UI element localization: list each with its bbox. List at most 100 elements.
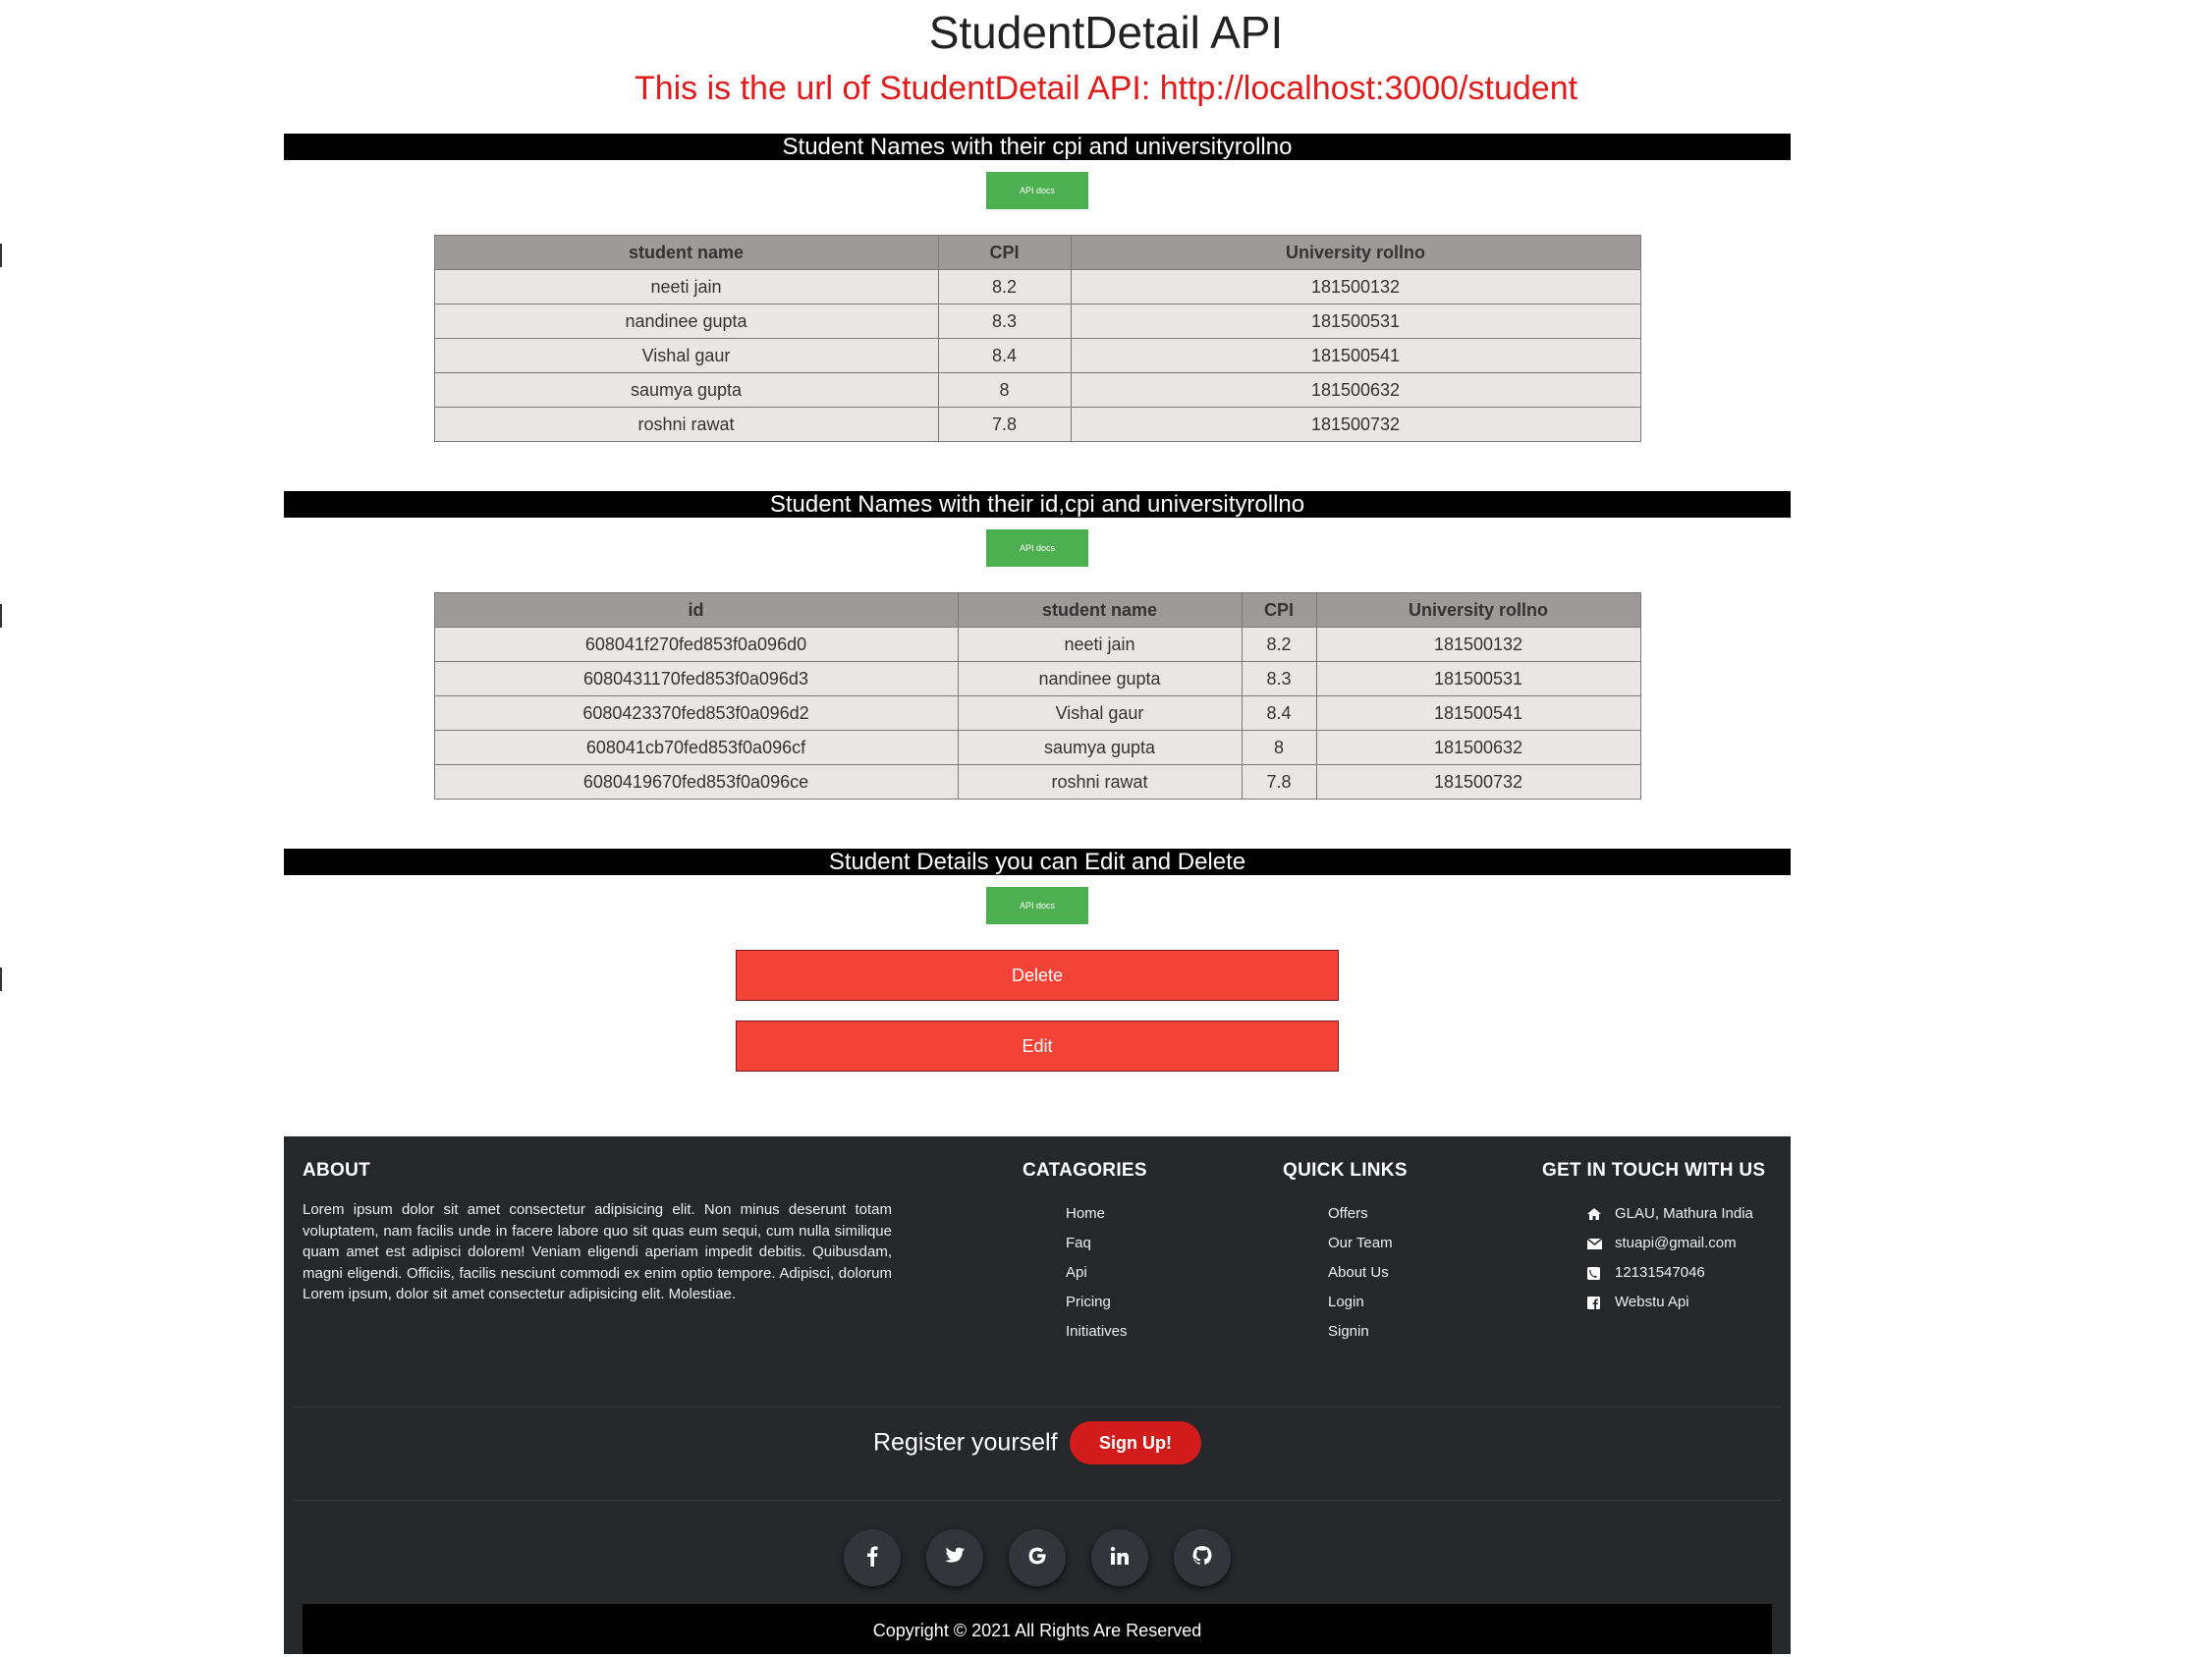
api-url-text: This is the url of StudentDetail API: ht… [634,70,1578,107]
signup-button[interactable]: Sign Up! [1070,1421,1202,1464]
table-row: 6080423370fed853f0a096d2 Vishal gaur 8.4 18… [433,695,1641,731]
cell-cpi: 8.4 [937,338,1072,373]
contact-text: stuapi@gmail.com [1615,1235,1737,1251]
cell-rollno: 181500531 [1070,304,1641,339]
cell-rollno: 181500732 [1070,407,1641,442]
edit-button[interactable]: Edit [736,1021,1339,1072]
facebook-icon [1587,1296,1615,1309]
github-link[interactable] [1174,1529,1231,1586]
about-heading: ABOUT [303,1160,371,1181]
footer-link-signin[interactable]: Signin [1328,1317,1408,1347]
twitter-link[interactable] [926,1529,983,1586]
github-icon [1191,1545,1213,1572]
table-row: nandinee gupta 8.3 181500531 [433,304,1641,339]
cell-id: 608041f270fed853f0a096d0 [433,627,959,662]
footer-link-pricing[interactable]: Pricing [1066,1288,1147,1317]
cell-cpi: 8 [1241,730,1317,765]
footer-categories: CATAGORIES Home Faq Api Pricing Initiati… [1023,1160,1147,1347]
cell-name: neeti jain [433,269,939,304]
footer-divider [294,1500,1781,1501]
section-edit-delete: Student Details you can Edit and Delete … [284,849,1791,1072]
quick-links-heading: QUICK LINKS [1283,1160,1408,1181]
api-docs-button[interactable]: API docs [986,529,1088,567]
footer-link-login[interactable]: Login [1328,1288,1408,1317]
cell-cpi: 8.2 [1241,627,1317,662]
footer-link-offers[interactable]: Offers [1328,1199,1408,1229]
cell-name: nandinee gupta [433,304,939,339]
cell-id: 6080431170fed853f0a096d3 [433,661,959,696]
facebook-link[interactable] [844,1529,901,1586]
cell-cpi: 7.8 [937,407,1072,442]
cell-name: Vishal gaur [957,695,1243,731]
contact-text: Webstu Api [1615,1294,1689,1310]
table-row: roshni rawat 7.8 181500732 [433,407,1641,442]
table-row: Vishal gaur 8.4 181500541 [433,338,1641,373]
left-edge-mark [0,604,2,628]
cell-rollno: 181500132 [1070,269,1641,304]
column-header: CPI [1241,592,1317,628]
footer-link-faq[interactable]: Faq [1066,1229,1147,1258]
section-names-id-cpi: Student Names with their id,cpi and univ… [284,491,1791,800]
cell-cpi: 7.8 [1241,764,1317,800]
column-header: University rollno [1315,592,1641,628]
cell-rollno: 181500132 [1315,627,1641,662]
register-row: Register yourself Sign Up! [284,1421,1791,1464]
cell-cpi: 8.2 [937,269,1072,304]
table-row: 6080431170fed853f0a096d3 nandinee gupta 8.… [433,661,1641,696]
footer-link-api[interactable]: Api [1066,1258,1147,1288]
section-header: Student Names with their id,cpi and univ… [284,491,1791,518]
about-text: Lorem ipsum dolor sit amet consectetur a… [303,1201,892,1302]
cell-name: roshni rawat [957,764,1243,800]
cell-cpi: 8 [937,372,1072,408]
contact-email[interactable]: stuapi@gmail.com [1587,1229,1765,1258]
table-header-row: id student name CPI University rollno [433,592,1641,628]
table-row: neeti jain 8.2 181500132 [433,269,1641,304]
home-icon [1587,1208,1615,1220]
left-edge-mark [0,244,2,267]
cell-rollno: 181500541 [1315,695,1641,731]
table-row: 608041cb70fed853f0a096cf saumya gupta 8 181… [433,730,1641,765]
table-row: 6080419670fed853f0a096ce roshni rawat 7.8 1… [433,764,1641,800]
linkedin-link[interactable] [1091,1529,1148,1586]
column-header: student name [433,235,939,270]
social-links [284,1529,1791,1586]
footer-columns: ABOUT Lorem ipsum dolor sit amet consect… [284,1136,1791,1402]
copyright-bar: Copyright © 2021 All Rights Are Reserved [303,1604,1772,1654]
delete-button[interactable]: Delete [736,950,1339,1001]
cell-rollno: 181500531 [1315,661,1641,696]
contact-text: GLAU, Mathura India [1615,1205,1753,1222]
contact-facebook[interactable]: Webstu Api [1587,1288,1765,1317]
phone-icon [1587,1266,1615,1280]
footer-link-about-us[interactable]: About Us [1328,1258,1408,1288]
site-footer: ABOUT Lorem ipsum dolor sit amet consect… [284,1136,1791,1654]
contact-heading: GET IN TOUCH WITH US [1542,1160,1766,1181]
cell-rollno: 181500632 [1315,730,1641,765]
contact-address: GLAU, Mathura India [1587,1199,1765,1229]
footer-link-home[interactable]: Home [1066,1199,1147,1229]
footer-quick-links: QUICK LINKS Offers Our Team About Us Log… [1283,1160,1408,1347]
cell-id: 608041cb70fed853f0a096cf [433,730,959,765]
section-header: Student Names with their cpi and univers… [284,134,1791,160]
student-table: student name CPI University rollno neeti… [433,235,1641,442]
footer-link-our-team[interactable]: Our Team [1328,1229,1408,1258]
cell-cpi: 8.3 [937,304,1072,339]
cell-name: nandinee gupta [957,661,1243,696]
categories-heading: CATAGORIES [1023,1160,1147,1181]
contact-phone: 12131547046 [1587,1258,1765,1288]
register-text: Register yourself [872,1428,1058,1457]
quick-links-list: Offers Our Team About Us Login Signin [1283,1199,1408,1347]
api-docs-button[interactable]: API docs [986,172,1088,209]
footer-about: ABOUT Lorem ipsum dolor sit amet consect… [303,1160,892,1305]
cell-rollno: 181500732 [1315,764,1641,800]
student-id-table: id student name CPI University rollno 60… [433,592,1641,800]
cell-rollno: 181500541 [1070,338,1641,373]
envelope-icon [1587,1238,1615,1249]
left-edge-mark [0,967,2,991]
google-link[interactable] [1009,1529,1066,1586]
google-icon [1027,1546,1047,1571]
cell-cpi: 8.4 [1241,695,1317,731]
column-header: CPI [937,235,1072,270]
api-docs-button[interactable]: API docs [986,887,1088,924]
footer-link-initiatives[interactable]: Initiatives [1066,1317,1147,1347]
column-header: student name [957,592,1243,628]
